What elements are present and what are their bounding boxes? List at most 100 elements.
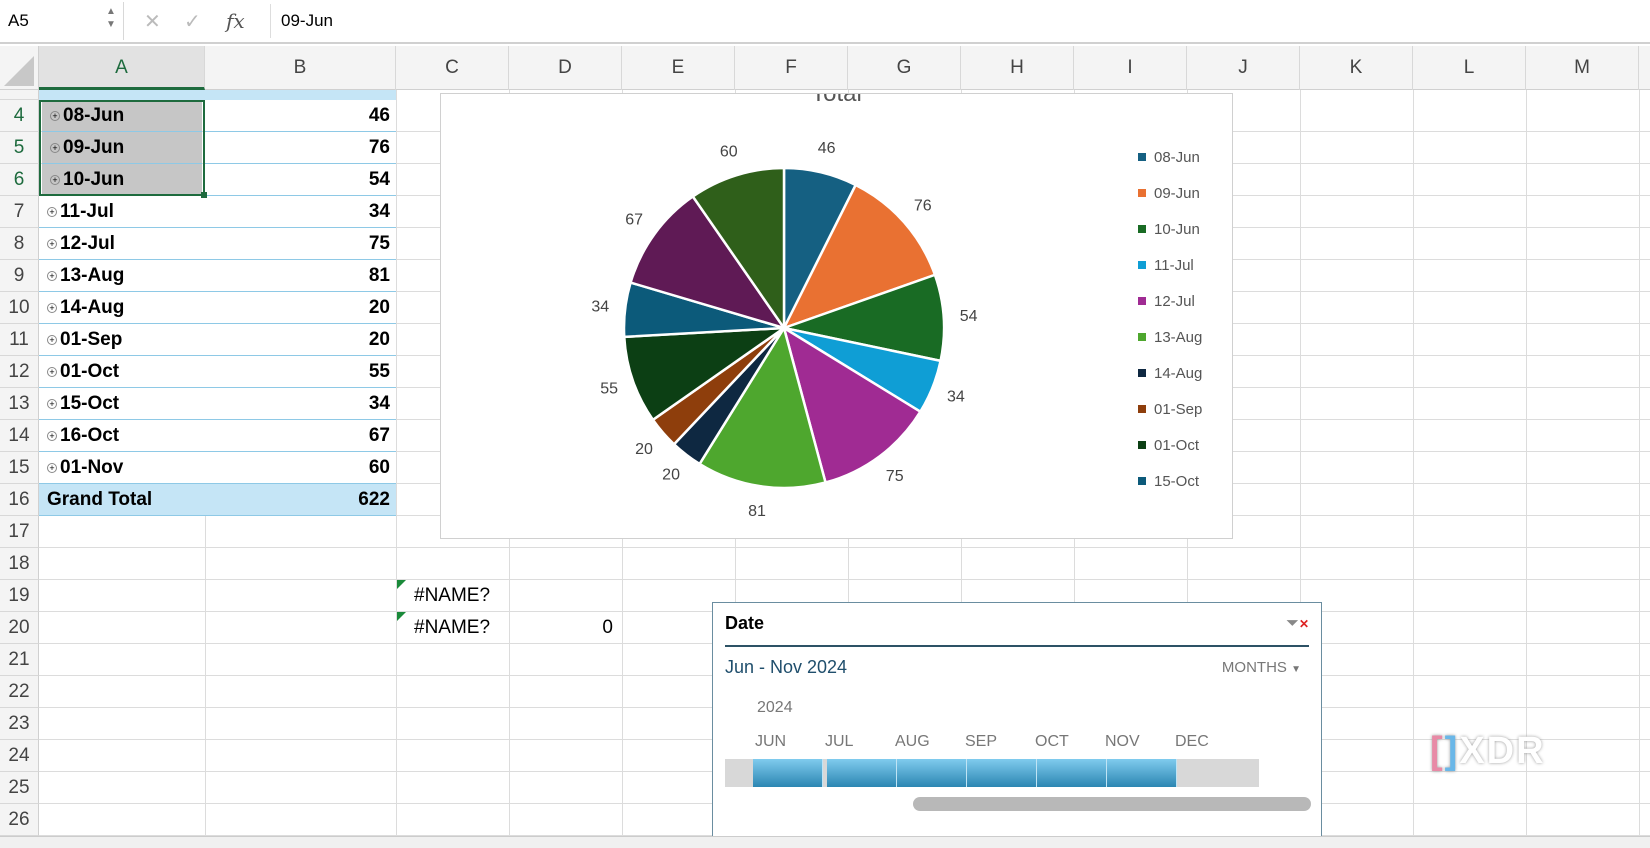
pivot-row-value[interactable]: 20 xyxy=(205,292,396,324)
row-header-22[interactable]: 22 xyxy=(0,676,39,708)
column-header-H[interactable]: H xyxy=(961,46,1074,90)
column-header-E[interactable]: E xyxy=(622,46,735,90)
month-bar-OCT[interactable] xyxy=(1037,759,1107,787)
sheet-tab-bar[interactable] xyxy=(0,836,1650,848)
legend-item[interactable]: 09-Jun xyxy=(1138,185,1200,202)
column-header-I[interactable]: I xyxy=(1074,46,1187,90)
expand-icon[interactable]: + xyxy=(47,335,57,345)
row-header-7[interactable]: 7 xyxy=(0,196,39,228)
row-header-11[interactable]: 11 xyxy=(0,324,39,356)
legend-item[interactable]: 13-Aug xyxy=(1138,329,1202,346)
error-indicator-icon[interactable] xyxy=(397,612,406,621)
pivot-row-label[interactable]: +12-Jul xyxy=(39,228,205,260)
pivot-row-value[interactable]: 34 xyxy=(205,196,396,228)
cell-D20[interactable]: 0 xyxy=(509,612,619,644)
expand-icon[interactable]: + xyxy=(47,367,57,377)
error-indicator-icon[interactable] xyxy=(397,580,406,589)
expand-icon[interactable]: + xyxy=(47,239,57,249)
column-header-J[interactable]: J xyxy=(1187,46,1300,90)
row-header-26[interactable]: 26 xyxy=(0,804,39,836)
legend-item[interactable]: 01-Sep xyxy=(1138,401,1202,418)
row-header-4[interactable]: 4 xyxy=(0,100,39,132)
pivot-row-value[interactable]: 75 xyxy=(205,228,396,260)
expand-icon[interactable]: + xyxy=(47,207,57,217)
clear-filter-icon[interactable]: ⏷✕ xyxy=(1286,615,1309,633)
formula-input[interactable]: 09-Jun xyxy=(270,4,1650,38)
month-bar-SEP[interactable] xyxy=(967,759,1037,787)
column-header-D[interactable]: D xyxy=(509,46,622,90)
row-header-18[interactable]: 18 xyxy=(0,548,39,580)
month-bar-JUN[interactable] xyxy=(753,759,823,787)
grand-total-label[interactable]: Grand Total xyxy=(39,484,205,516)
pivot-row-value[interactable]: 76 xyxy=(205,132,396,164)
date-timeline-slicer[interactable]: Date ⏷✕ Jun - Nov 2024 MONTHS ▼ 2024 JUN… xyxy=(712,602,1322,848)
legend-item[interactable]: 15-Oct xyxy=(1138,473,1199,490)
timeline-scrollbar[interactable] xyxy=(913,797,1311,811)
name-box-spinner[interactable]: ▲ ▼ xyxy=(106,5,116,31)
row-header-25[interactable]: 25 xyxy=(0,772,39,804)
row-header-3[interactable] xyxy=(0,90,39,100)
row-header-5[interactable]: 5 xyxy=(0,132,39,164)
legend-item[interactable]: 08-Jun xyxy=(1138,149,1200,166)
row-header-17[interactable]: 17 xyxy=(0,516,39,548)
row-header-23[interactable]: 23 xyxy=(0,708,39,740)
pivot-row-label[interactable]: +16-Oct xyxy=(39,420,205,452)
pivot-row-value[interactable]: 46 xyxy=(205,100,396,132)
row-header-8[interactable]: 8 xyxy=(0,228,39,260)
time-level-dropdown[interactable]: MONTHS ▼ xyxy=(1222,659,1301,676)
column-header-K[interactable]: K xyxy=(1300,46,1413,90)
month-bar-AUG[interactable] xyxy=(897,759,967,787)
column-header-L[interactable]: L xyxy=(1413,46,1526,90)
pivot-row-value[interactable]: 34 xyxy=(205,388,396,420)
cancel-icon[interactable]: ✕ xyxy=(144,9,161,34)
pivot-row-value[interactable]: 67 xyxy=(205,420,396,452)
month-bar-NOV[interactable] xyxy=(1107,759,1177,787)
row-header-6[interactable]: 6 xyxy=(0,164,39,196)
column-header-B[interactable]: B xyxy=(205,46,396,90)
cell-C20[interactable]: #NAME? xyxy=(414,612,490,644)
row-header-12[interactable]: 12 xyxy=(0,356,39,388)
legend-item[interactable]: 12-Jul xyxy=(1138,293,1195,310)
expand-icon[interactable]: + xyxy=(47,431,57,441)
select-all-button[interactable] xyxy=(0,46,39,90)
row-header-15[interactable]: 15 xyxy=(0,452,39,484)
pivot-row-label[interactable]: +01-Nov xyxy=(39,452,205,484)
legend-item[interactable]: 11-Jul xyxy=(1138,257,1194,274)
row-header-21[interactable]: 21 xyxy=(0,644,39,676)
row-header-20[interactable]: 20 xyxy=(0,612,39,644)
column-header-A[interactable]: A xyxy=(39,46,205,90)
row-header-10[interactable]: 10 xyxy=(0,292,39,324)
pivot-row-label[interactable]: +15-Oct xyxy=(39,388,205,420)
legend-item[interactable]: 14-Aug xyxy=(1138,365,1202,382)
legend-item[interactable]: 10-Jun xyxy=(1138,221,1200,238)
insert-function-icon[interactable]: fx xyxy=(226,9,245,33)
pivot-row-value[interactable]: 55 xyxy=(205,356,396,388)
pivot-row-value[interactable]: 60 xyxy=(205,452,396,484)
expand-icon[interactable]: + xyxy=(47,271,57,281)
pivot-row-value[interactable]: 54 xyxy=(205,164,396,196)
row-header-9[interactable]: 9 xyxy=(0,260,39,292)
pivot-row-label[interactable]: +13-Aug xyxy=(39,260,205,292)
row-header-19[interactable]: 19 xyxy=(0,580,39,612)
expand-icon[interactable]: + xyxy=(47,399,57,409)
enter-icon[interactable]: ✓ xyxy=(184,9,201,34)
grand-total-value[interactable]: 622 xyxy=(205,484,396,516)
pie-chart[interactable]: Total 46 76 54 34 75 81 20 20 55 34 67 60 08-Jun 09-… xyxy=(440,93,1233,539)
row-header-24[interactable]: 24 xyxy=(0,740,39,772)
pivot-row-label[interactable]: +01-Oct xyxy=(39,356,205,388)
legend-item[interactable]: 01-Oct xyxy=(1138,437,1199,454)
pivot-row-value[interactable]: 20 xyxy=(205,324,396,356)
pivot-row-value[interactable]: 81 xyxy=(205,260,396,292)
row-header-14[interactable]: 14 xyxy=(0,420,39,452)
row-header-16[interactable]: 16 xyxy=(0,484,39,516)
pivot-row-label[interactable]: +01-Sep xyxy=(39,324,205,356)
column-header-C[interactable]: C xyxy=(396,46,509,90)
pivot-row-label[interactable]: +14-Aug xyxy=(39,292,205,324)
expand-icon[interactable]: + xyxy=(47,303,57,313)
column-header-F[interactable]: F xyxy=(735,46,848,90)
month-bar-JUL[interactable] xyxy=(827,759,897,787)
column-header-G[interactable]: G xyxy=(848,46,961,90)
column-header-M[interactable]: M xyxy=(1526,46,1639,90)
row-header-13[interactable]: 13 xyxy=(0,388,39,420)
cell-C19[interactable]: #NAME? xyxy=(414,580,490,612)
